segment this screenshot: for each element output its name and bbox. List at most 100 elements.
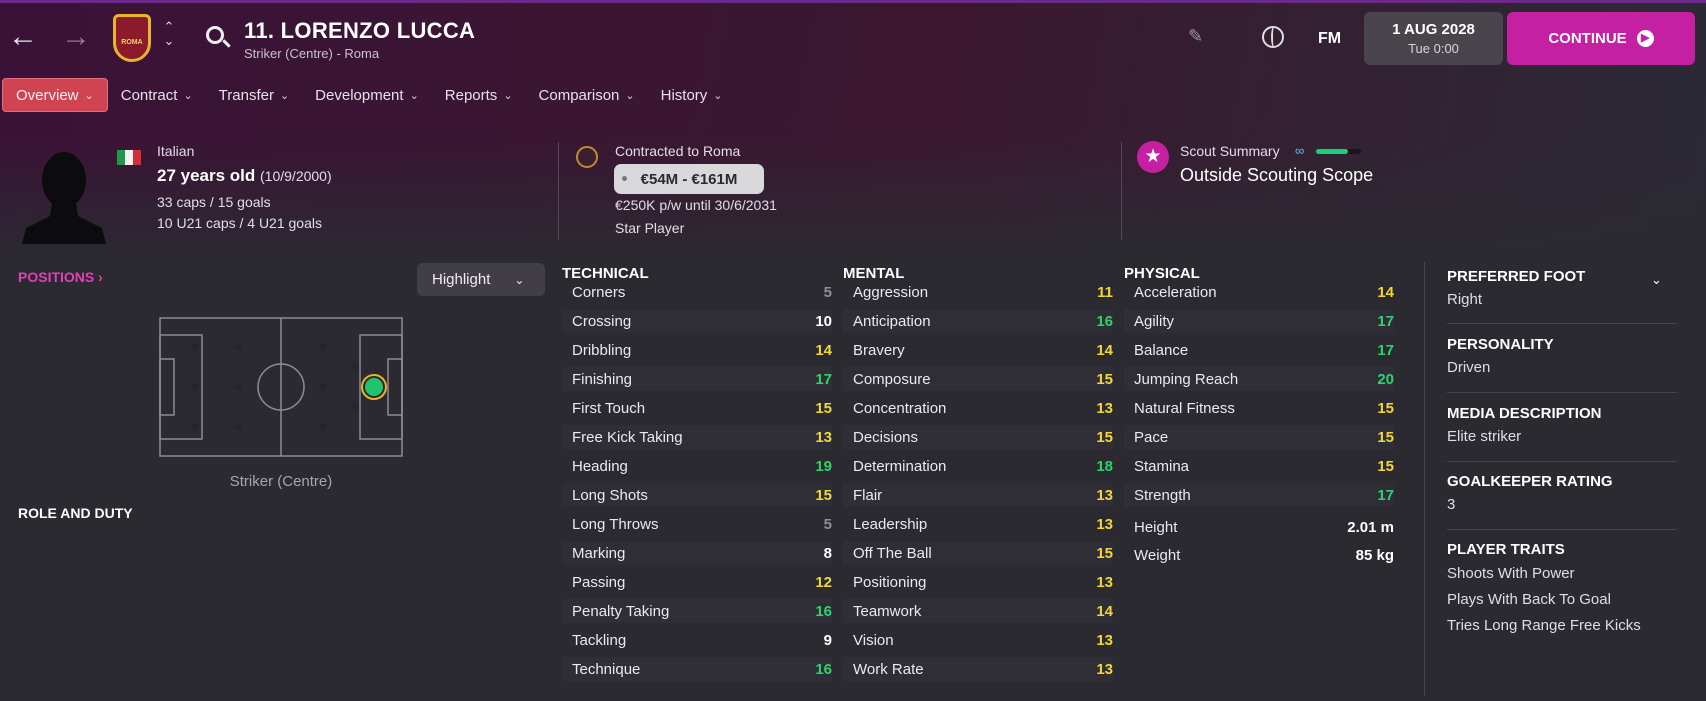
positions-link[interactable]: POSITIONS › (18, 269, 103, 285)
fm-menu-button[interactable]: FM (1318, 30, 1341, 48)
role-and-duty-title: ROLE AND DUTY (18, 505, 133, 521)
attribute-row[interactable]: Off The Ball 15 (843, 541, 1113, 565)
attribute-value: 13 (1096, 573, 1113, 591)
attribute-row[interactable]: Dribbling 14 (562, 338, 832, 362)
attribute-row[interactable]: Concentration 13 (843, 396, 1113, 420)
attribute-row[interactable]: Agility 17 (1124, 309, 1394, 333)
attribute-row[interactable]: Technique 16 (562, 657, 832, 681)
attribute-row[interactable]: Long Shots 15 (562, 483, 832, 507)
attribute-name: Finishing (572, 370, 633, 388)
tab-reports[interactable]: Reports ⌄ (432, 78, 526, 112)
attribute-value: 19 (815, 457, 832, 475)
search-icon[interactable] (206, 26, 224, 44)
tab-overview[interactable]: Overview ⌄ (2, 78, 108, 112)
position-label: Striker (Centre) (229, 473, 333, 490)
attribute-row[interactable]: Long Throws 5 (562, 512, 832, 536)
attribute-name: Leadership (853, 515, 928, 533)
binoculars-icon: ∞ (1295, 143, 1305, 158)
tab-transfer[interactable]: Transfer ⌄ (206, 78, 303, 112)
attribute-row[interactable]: Balance 17 (1124, 338, 1394, 362)
attribute-row[interactable]: Work Rate 13 (843, 657, 1113, 681)
attribute-name: Acceleration (1134, 283, 1217, 301)
tab-history[interactable]: History ⌄ (648, 78, 736, 112)
attribute-row[interactable]: Corners 5 (562, 280, 832, 304)
u21-caps: 10 U21 caps / 4 U21 goals (157, 215, 322, 231)
attribute-value: 13 (815, 428, 832, 446)
attribute-row[interactable]: Flair 13 (843, 483, 1113, 507)
media-description-title: MEDIA DESCRIPTION (1447, 405, 1602, 422)
divider (1424, 262, 1425, 696)
attribute-row[interactable]: Leadership 13 (843, 512, 1113, 536)
player-trait: Shoots With Power (1447, 565, 1575, 582)
attribute-value: 2.01 m (1347, 518, 1394, 536)
attribute-name: Stamina (1134, 457, 1190, 475)
player-switch-icon[interactable]: ⌃ ⌄ (162, 20, 176, 48)
continue-button[interactable]: CONTINUE ▶ (1507, 12, 1695, 65)
attribute-value: 15 (1377, 399, 1394, 417)
attribute-name: Free Kick Taking (572, 428, 683, 446)
club-badge-text: ROMA (121, 39, 143, 46)
current-time: Tue 0:00 (1408, 41, 1459, 56)
attribute-row[interactable]: Jumping Reach 20 (1124, 367, 1394, 391)
attribute-row[interactable]: Strength 17 (1124, 483, 1394, 507)
attribute-name: Agility (1134, 312, 1175, 330)
chevron-down-icon: ⌄ (183, 89, 193, 102)
chevron-down-icon: ⌄ (713, 89, 723, 102)
forward-arrow-icon[interactable]: → (61, 22, 91, 52)
attribute-row[interactable]: Pace 15 (1124, 425, 1394, 449)
attribute-row[interactable]: Finishing 17 (562, 367, 832, 391)
personality-value: Driven (1447, 359, 1491, 376)
attribute-value: 14 (1096, 602, 1113, 620)
attribute-row[interactable]: Crossing 10 (562, 309, 832, 333)
tab-comparison[interactable]: Comparison ⌄ (526, 78, 648, 112)
attribute-row[interactable]: Composure 15 (843, 367, 1113, 391)
attribute-row[interactable]: Marking 8 (562, 541, 832, 565)
highlight-dropdown[interactable]: Highlight ⌄ (417, 263, 545, 296)
globe-icon[interactable] (1262, 26, 1284, 48)
preferred-foot-title: PREFERRED FOOT (1447, 268, 1586, 285)
edit-pencil-icon[interactable]: ✎ (1188, 26, 1203, 47)
attribute-value: 14 (1377, 283, 1394, 301)
attribute-row[interactable]: Teamwork 14 (843, 599, 1113, 623)
attribute-row[interactable]: Decisions 15 (843, 425, 1113, 449)
attribute-row[interactable]: Acceleration 14 (1124, 280, 1394, 304)
attribute-row[interactable]: Passing 12 (562, 570, 832, 594)
player-silhouette-icon (22, 152, 106, 244)
chevron-down-icon: ⌄ (514, 272, 525, 287)
tab-contract[interactable]: Contract ⌄ (108, 78, 206, 112)
attribute-name: Teamwork (853, 602, 922, 620)
player-subtitle: Striker (Centre) - Roma (244, 46, 380, 61)
goalkeeper-rating-title: GOALKEEPER RATING (1447, 473, 1613, 490)
attribute-value: 16 (815, 660, 832, 678)
attribute-value: 15 (1377, 428, 1394, 446)
attribute-row[interactable]: Penalty Taking 16 (562, 599, 832, 623)
attribute-row[interactable]: Aggression 11 (843, 280, 1113, 304)
attribute-value: 15 (1377, 457, 1394, 475)
attribute-row[interactable]: Free Kick Taking 13 (562, 425, 832, 449)
attribute-row[interactable]: Heading 19 (562, 454, 832, 478)
attribute-row[interactable]: First Touch 15 (562, 396, 832, 420)
divider (1447, 529, 1677, 530)
attribute-row[interactable]: Bravery 14 (843, 338, 1113, 362)
attribute-value: 20 (1377, 370, 1394, 388)
attribute-row[interactable]: Anticipation 16 (843, 309, 1113, 333)
attribute-name: Marking (572, 544, 626, 562)
back-arrow-icon[interactable]: ← (8, 22, 38, 52)
attribute-row[interactable]: Natural Fitness 15 (1124, 396, 1394, 420)
attribute-value: 15 (815, 399, 832, 417)
positions-title: POSITIONS (18, 269, 95, 285)
attribute-name: Natural Fitness (1134, 399, 1235, 417)
transfer-value[interactable]: €54M - €161M (614, 164, 764, 194)
attribute-row[interactable]: Vision 13 (843, 628, 1113, 652)
divider (1121, 142, 1122, 240)
club-badge[interactable]: ROMA (113, 14, 151, 62)
attribute-row[interactable]: Positioning 13 (843, 570, 1113, 594)
attribute-row[interactable]: Stamina 15 (1124, 454, 1394, 478)
tab-development[interactable]: Development ⌄ (302, 78, 432, 112)
attribute-name: Weight (1134, 546, 1181, 564)
attribute-value: 15 (815, 486, 832, 504)
attribute-row[interactable]: Tackling 9 (562, 628, 832, 652)
attribute-row[interactable]: Determination 18 (843, 454, 1113, 478)
date-box[interactable]: 1 AUG 2028 Tue 0:00 (1364, 12, 1503, 65)
physical-extra-row: Weight 85 kg (1124, 543, 1394, 567)
